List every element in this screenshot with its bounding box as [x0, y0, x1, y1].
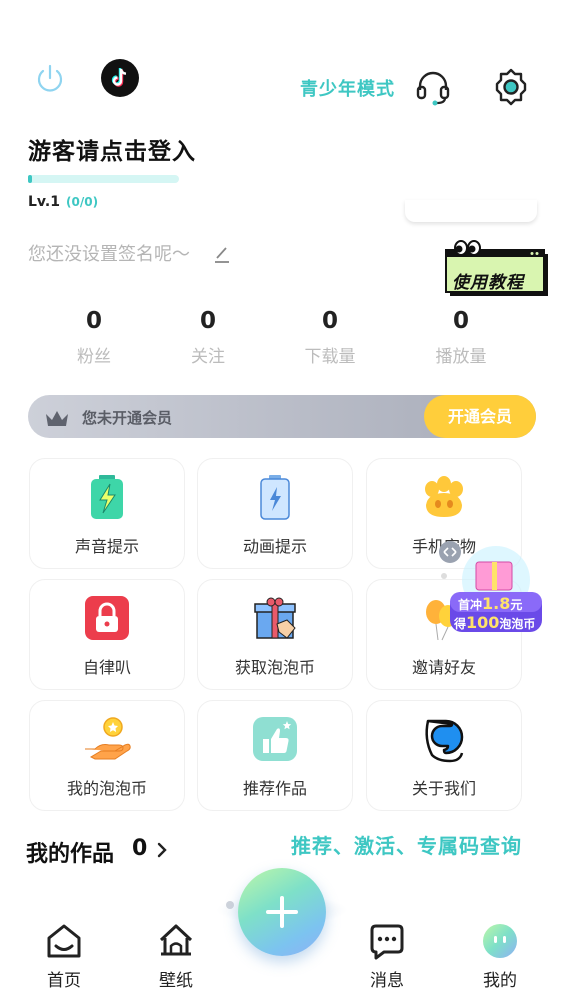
tile-sound-tips[interactable]: 声音提示	[29, 458, 185, 569]
tile-label: 动画提示	[242, 537, 307, 556]
tutorial-badge-text: 使用教程	[452, 273, 524, 293]
thumbs-up-icon	[253, 717, 297, 761]
nav-label: 壁纸	[159, 971, 193, 991]
tile-label: 自律叭	[82, 658, 131, 677]
headset-icon[interactable]	[414, 70, 452, 106]
tile-self-discipline[interactable]: 自律叭	[29, 579, 185, 690]
signature-text[interactable]: 您还没设置签名呢～	[28, 240, 190, 266]
stat-following[interactable]: 0 关注	[153, 308, 263, 367]
open-vip-button[interactable]: 开通会员	[424, 395, 536, 438]
my-works-title[interactable]: 我的作品	[26, 836, 114, 868]
plus-icon	[280, 896, 284, 928]
tiktok-icon[interactable]	[101, 59, 139, 97]
vip-status-text: 您未开通会员	[82, 409, 173, 427]
nav-profile[interactable]: 我的	[464, 922, 536, 991]
level-progress-text: (0/0)	[66, 195, 99, 209]
stat-value: 0	[321, 308, 338, 334]
tile-about-us[interactable]: 关于我们	[366, 700, 522, 811]
tile-label: 推荐作品	[242, 779, 307, 798]
stat-plays[interactable]: 0 播放量	[406, 308, 516, 367]
battery-blue-icon	[260, 475, 290, 520]
code-query-link[interactable]: 推荐、激活、专属码查询	[291, 830, 522, 859]
promo-line2: 得100泡泡币	[454, 613, 536, 632]
level-label: Lv.1	[28, 194, 60, 210]
chevron-right-icon[interactable]	[155, 840, 169, 860]
profile-avatar-icon	[483, 924, 517, 958]
battery-green-icon	[91, 475, 123, 519]
stat-value: 0	[452, 308, 469, 334]
nav-messages[interactable]: 消息	[351, 922, 423, 991]
youth-mode-link[interactable]: 青少年模式	[300, 75, 395, 101]
paw-icon	[425, 476, 463, 517]
tile-recommended-works[interactable]: 推荐作品	[197, 700, 353, 811]
nav-label: 我的	[483, 971, 517, 991]
level-progress-bar	[28, 175, 179, 183]
app-logo-icon	[425, 719, 464, 763]
recharge-promo-badge[interactable]: 首冲1.8元 得100泡泡币	[438, 540, 548, 640]
stat-label: 下载量	[304, 347, 356, 367]
tile-label: 我的泡泡币	[66, 779, 147, 798]
fab-dot	[226, 901, 234, 909]
stat-label: 粉丝	[77, 347, 111, 367]
tutorial-badge[interactable]: 使用教程	[444, 240, 554, 300]
wallpaper-house-icon	[159, 924, 193, 956]
stat-label: 关注	[191, 347, 225, 367]
my-works-count: 0	[132, 836, 148, 861]
login-title[interactable]: 游客请点击登入	[28, 132, 196, 166]
stat-label: 播放量	[435, 347, 487, 367]
tile-my-coins[interactable]: 我的泡泡币	[29, 700, 185, 811]
power-icon[interactable]	[33, 62, 67, 96]
tile-label: 关于我们	[411, 779, 476, 798]
home-icon	[47, 924, 81, 958]
nav-label: 首页	[47, 971, 81, 991]
gift-box-icon	[254, 597, 296, 639]
nav-label: 消息	[370, 971, 404, 991]
popover-edge	[405, 200, 537, 222]
stat-value: 0	[199, 308, 216, 334]
nav-home[interactable]: 首页	[28, 922, 100, 991]
tile-label: 获取泡泡币	[234, 658, 315, 677]
edit-icon[interactable]	[213, 244, 231, 264]
create-fab-button[interactable]	[238, 868, 326, 956]
lock-icon	[85, 596, 129, 640]
crown-icon	[46, 411, 68, 426]
nav-wallpaper[interactable]: 壁纸	[140, 922, 212, 991]
coin-hand-icon	[85, 717, 131, 760]
message-icon	[370, 924, 404, 960]
stat-fans[interactable]: 0 粉丝	[39, 308, 149, 367]
tile-animation-tips[interactable]: 动画提示	[197, 458, 353, 569]
tile-label: 邀请好友	[411, 658, 476, 677]
tile-get-coins[interactable]: 获取泡泡币	[197, 579, 353, 690]
stat-value: 0	[85, 308, 102, 334]
tile-label: 声音提示	[74, 537, 139, 556]
stat-downloads[interactable]: 0 下载量	[275, 308, 385, 367]
gear-icon[interactable]	[490, 66, 532, 108]
promo-line1: 首冲1.8元	[458, 594, 523, 613]
